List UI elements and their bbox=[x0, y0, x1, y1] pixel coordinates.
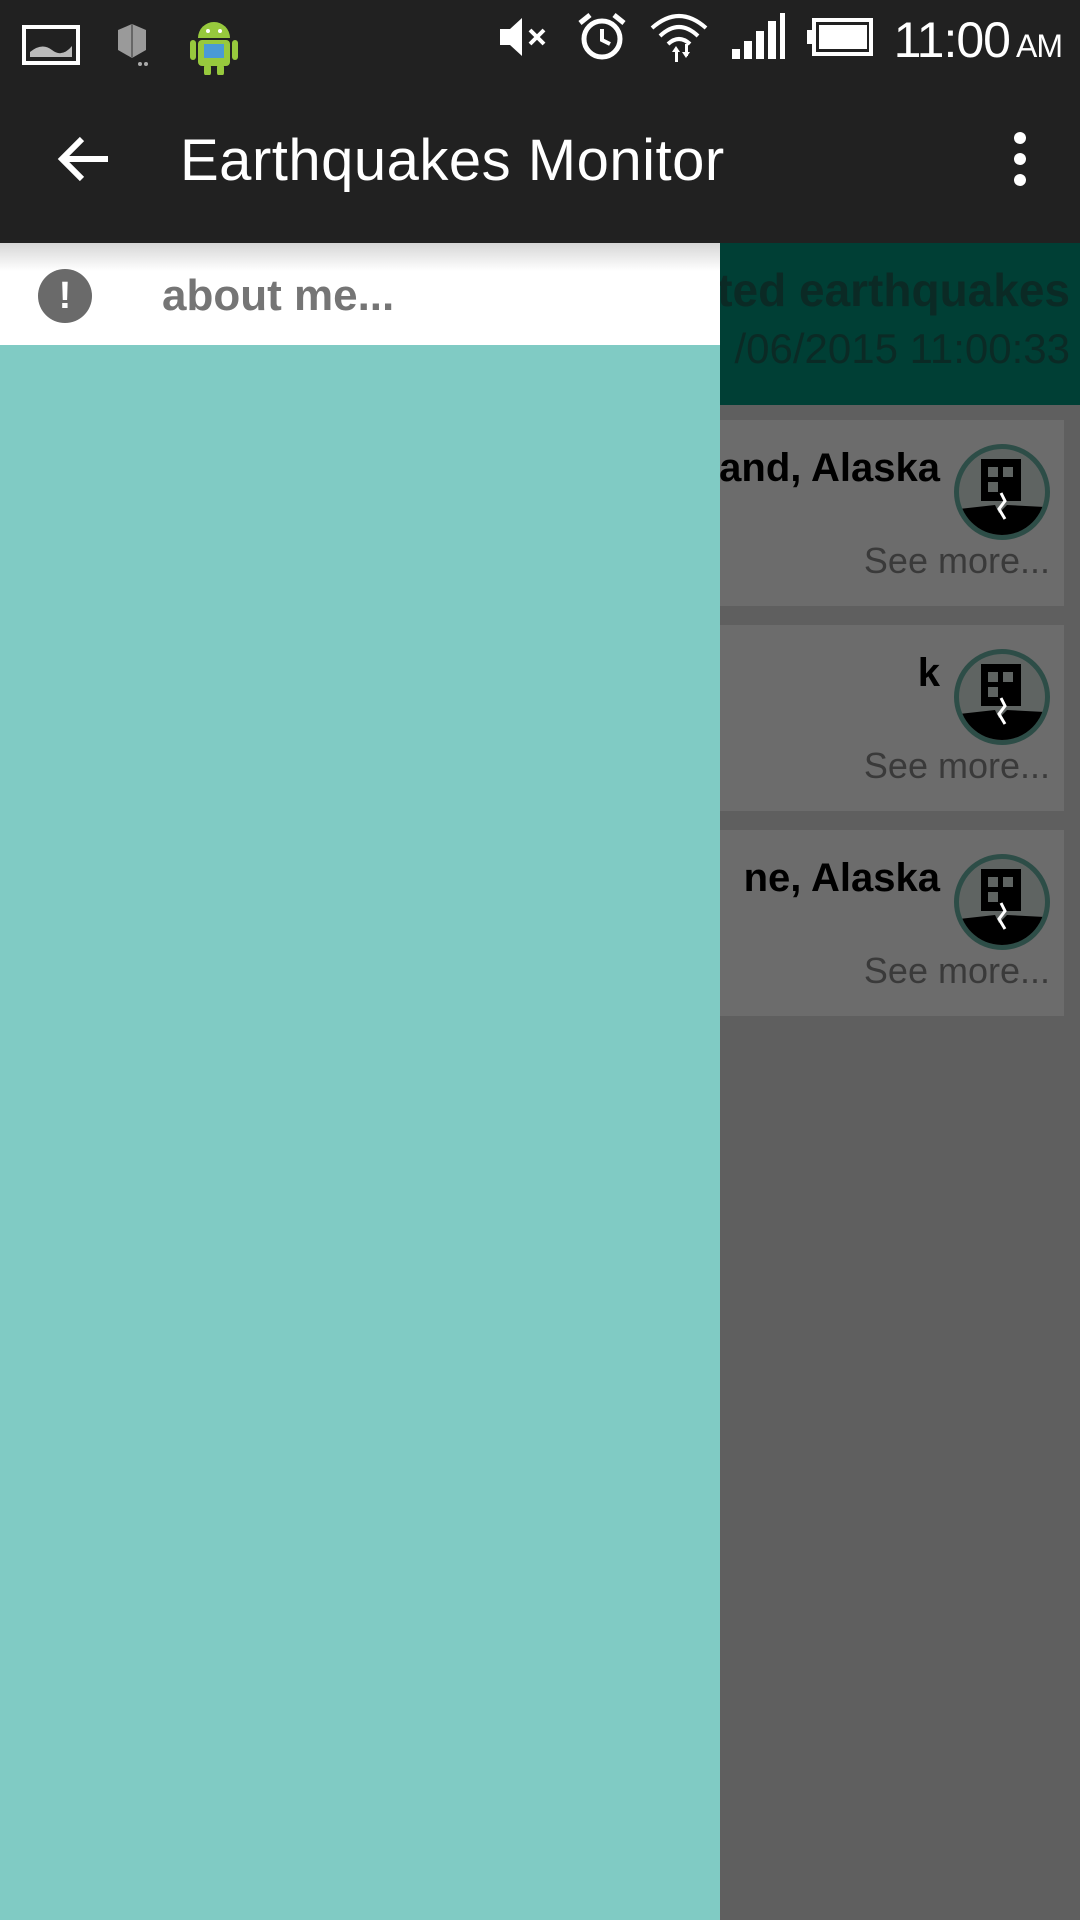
alert-icon: ! bbox=[38, 269, 92, 323]
clock-time: 11:00 bbox=[893, 11, 1011, 68]
list-header-date: /06/2015 11:00:33 bbox=[734, 325, 1070, 372]
alarm-icon bbox=[576, 11, 628, 68]
clock: 11:00 AM bbox=[893, 11, 1063, 69]
earthquake-card-title: ne, Alaska bbox=[743, 856, 940, 900]
battery-icon bbox=[806, 17, 874, 62]
system-icons: 11:00 AM bbox=[496, 8, 1063, 71]
dropbox-icon bbox=[110, 20, 154, 75]
drawer-item-about-me[interactable]: ! about me... bbox=[0, 243, 720, 345]
see-more-link[interactable]: See more... bbox=[864, 540, 1050, 582]
mute-icon bbox=[496, 12, 556, 67]
see-more-link[interactable]: See more... bbox=[864, 745, 1050, 787]
notification-icons bbox=[22, 12, 244, 83]
android-icon bbox=[184, 12, 244, 83]
earthquake-card-title: k bbox=[917, 651, 940, 695]
overflow-menu-button[interactable] bbox=[990, 123, 1050, 199]
app-bar: Earthquakes Monitor bbox=[0, 75, 1080, 243]
navigation-drawer: ! about me... bbox=[0, 243, 720, 1920]
earthquake-icon bbox=[954, 444, 1050, 540]
earthquake-icon bbox=[954, 854, 1050, 950]
see-more-link[interactable]: See more... bbox=[864, 950, 1050, 992]
drawer-item-label: about me... bbox=[162, 271, 395, 320]
app-title: Earthquakes Monitor bbox=[180, 128, 725, 193]
clock-ampm: AM bbox=[1016, 27, 1063, 64]
wifi-icon bbox=[648, 8, 710, 71]
earthquake-icon bbox=[954, 649, 1050, 745]
signal-icon bbox=[730, 13, 786, 66]
picture-icon bbox=[22, 24, 80, 71]
back-button[interactable] bbox=[48, 125, 120, 197]
list-header-title: ted earthquakes bbox=[717, 264, 1070, 316]
status-bar: 11:00 AM bbox=[0, 0, 1080, 76]
arrow-back-icon bbox=[56, 134, 112, 189]
overflow-menu-icon bbox=[1012, 131, 1028, 192]
earthquake-card-title: and, Alaska bbox=[719, 446, 940, 490]
